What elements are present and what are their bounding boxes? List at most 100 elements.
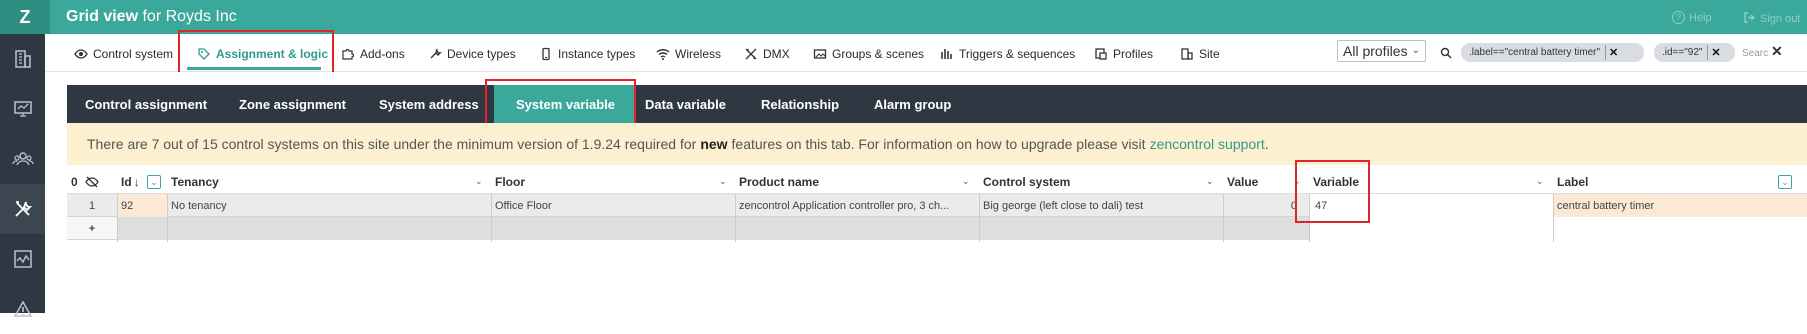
sidebar-item-tools[interactable]	[0, 184, 45, 234]
sidebar-item-buildings[interactable]	[0, 34, 45, 84]
highlight-assignment-logic	[178, 30, 334, 76]
tab-data-variable[interactable]: Data variable	[645, 85, 726, 123]
help-label: Help	[1689, 11, 1712, 24]
sidebar-item-users[interactable]	[0, 134, 45, 184]
tab-alarm-group[interactable]: Alarm group	[874, 85, 951, 123]
chevron-down-icon[interactable]: ⌄	[475, 176, 483, 187]
nav-wireless-label: Wireless	[675, 47, 722, 61]
col-header-id-label: Id	[121, 175, 132, 189]
nav-device-types-label: Device types	[447, 47, 516, 61]
chevron-down-icon: ⌄	[1411, 45, 1420, 56]
filter-chip-id-text: .id=="92"	[1662, 47, 1703, 58]
column-divider	[167, 194, 168, 242]
filter-chip-id[interactable]: .id=="92" ✕	[1654, 43, 1735, 62]
column-divider	[491, 194, 492, 242]
cell-control-system[interactable]: Big george (left close to dali) test	[979, 194, 1223, 217]
chevron-down-icon[interactable]: ⌄	[719, 176, 727, 187]
banner-end: .	[1264, 136, 1269, 152]
add-cell-control-system[interactable]	[979, 217, 1223, 240]
filter-chip-label[interactable]: .label=="central battery timer" ✕	[1461, 43, 1644, 62]
page-title-bold: Grid view	[66, 8, 139, 25]
cell-id[interactable]: 92	[117, 194, 167, 217]
nav-add-ons[interactable]: Add-ons	[341, 44, 405, 64]
add-row-button[interactable]: +	[67, 217, 117, 240]
tools-icon	[14, 201, 32, 217]
tab-relationship[interactable]: Relationship	[761, 85, 839, 123]
chevron-down-icon[interactable]: ⌄	[962, 176, 970, 187]
chevron-down-icon[interactable]: ⌄	[1206, 176, 1214, 187]
nav-dmx[interactable]: DMX	[744, 44, 790, 64]
building-icon	[14, 50, 31, 68]
highlight-variable-column	[1295, 160, 1370, 223]
add-row[interactable]: +	[67, 217, 1807, 240]
clear-search-icon[interactable]: ✕	[1771, 43, 1783, 60]
nav-site[interactable]: Site	[1180, 44, 1220, 64]
nav-instance-types[interactable]: Instance types	[539, 44, 635, 64]
sidebar	[0, 34, 45, 317]
col-header-floor[interactable]: Floor	[495, 170, 525, 194]
sidebar-item-alerts[interactable]	[0, 284, 45, 334]
col-header-value[interactable]: Value	[1227, 170, 1258, 194]
col-header-id[interactable]: Id ↓	[121, 170, 140, 194]
nav-profiles[interactable]: Profiles	[1094, 44, 1153, 64]
col-header-control-system[interactable]: Control system	[983, 170, 1070, 194]
filter-id-icon[interactable]: ⌄	[147, 175, 161, 189]
dmx-icon	[744, 47, 758, 61]
chevron-down-icon[interactable]: ⌄	[1536, 176, 1544, 187]
close-icon[interactable]: ✕	[1605, 45, 1621, 60]
nav-device-types[interactable]: Device types	[428, 44, 516, 64]
tab-zone-assignment[interactable]: Zone assignment	[239, 85, 346, 123]
tab-system-address[interactable]: System address	[379, 85, 479, 123]
add-cell-id[interactable]	[117, 217, 167, 240]
add-cell-label[interactable]	[1553, 217, 1807, 240]
profiles-select-value: All profiles	[1343, 43, 1408, 59]
row-number: 1	[88, 199, 96, 212]
cell-product-name[interactable]: zencontrol Application controller pro, 3…	[735, 194, 979, 217]
tab-control-assignment[interactable]: Control assignment	[85, 85, 207, 123]
search-icon[interactable]	[1440, 47, 1452, 59]
sidebar-item-reports[interactable]	[0, 234, 45, 284]
nav-dmx-label: DMX	[763, 47, 790, 61]
nav-triggers-sequences-label: Triggers & sequences	[959, 47, 1076, 61]
bars-icon	[940, 47, 954, 61]
nav-wireless[interactable]: Wireless	[656, 44, 721, 64]
eye-off-icon[interactable]	[85, 170, 99, 194]
signout-icon	[1743, 11, 1756, 27]
col-header-product-name[interactable]: Product name	[739, 170, 819, 194]
wifi-icon	[656, 47, 670, 61]
cell-floor[interactable]: Office Floor	[491, 194, 735, 217]
add-cell-product-name[interactable]	[735, 217, 979, 240]
highlight-system-variable	[485, 79, 636, 129]
monitor-icon	[13, 101, 32, 117]
cell-label[interactable]: central battery timer	[1553, 194, 1807, 217]
sort-desc-icon: ↓	[133, 175, 140, 189]
tab-bar: Control assignment Zone assignment Syste…	[67, 85, 1807, 123]
grid-header: 0 Id ↓ ⌄ Tenancy ⌄ Floor ⌄ Product name …	[67, 170, 1807, 194]
col-header-label[interactable]: Label	[1557, 170, 1588, 194]
page-title: Grid view for Royds Inc	[66, 8, 237, 26]
version-warning-banner: There are 7 out of 15 control systems on…	[67, 123, 1807, 165]
nav-site-label: Site	[1199, 47, 1220, 61]
add-cell-floor[interactable]	[491, 217, 735, 240]
profiles-select[interactable]: All profiles ⌄	[1337, 40, 1426, 62]
nav-triggers-sequences[interactable]: Triggers & sequences	[940, 44, 1075, 64]
close-icon[interactable]: ✕	[1707, 45, 1723, 60]
help-link[interactable]: ? Help	[1672, 11, 1712, 24]
help-icon: ?	[1672, 11, 1685, 24]
search-input[interactable]: Searc	[1742, 48, 1768, 59]
cell-tenancy[interactable]: No tenancy	[167, 194, 491, 217]
users-icon	[11, 152, 34, 166]
column-divider	[1223, 194, 1224, 242]
col-header-tenancy[interactable]: Tenancy	[171, 170, 219, 194]
nav-control-system[interactable]: Control system	[74, 44, 173, 64]
eye-icon	[74, 47, 88, 61]
table-row[interactable]: 1 92 No tenancy Office Floor zencontrol …	[67, 194, 1807, 217]
filter-label-icon[interactable]: ⌄	[1778, 175, 1792, 189]
row-count: 0	[71, 175, 78, 189]
sidebar-item-monitor[interactable]	[0, 84, 45, 134]
nav-groups-scenes[interactable]: Groups & scenes	[813, 44, 924, 64]
support-link[interactable]: zencontrol support	[1150, 136, 1265, 152]
signout-link[interactable]: Sign out	[1743, 11, 1800, 27]
app-logo[interactable]: Z	[0, 0, 50, 34]
add-cell-tenancy[interactable]	[167, 217, 491, 240]
